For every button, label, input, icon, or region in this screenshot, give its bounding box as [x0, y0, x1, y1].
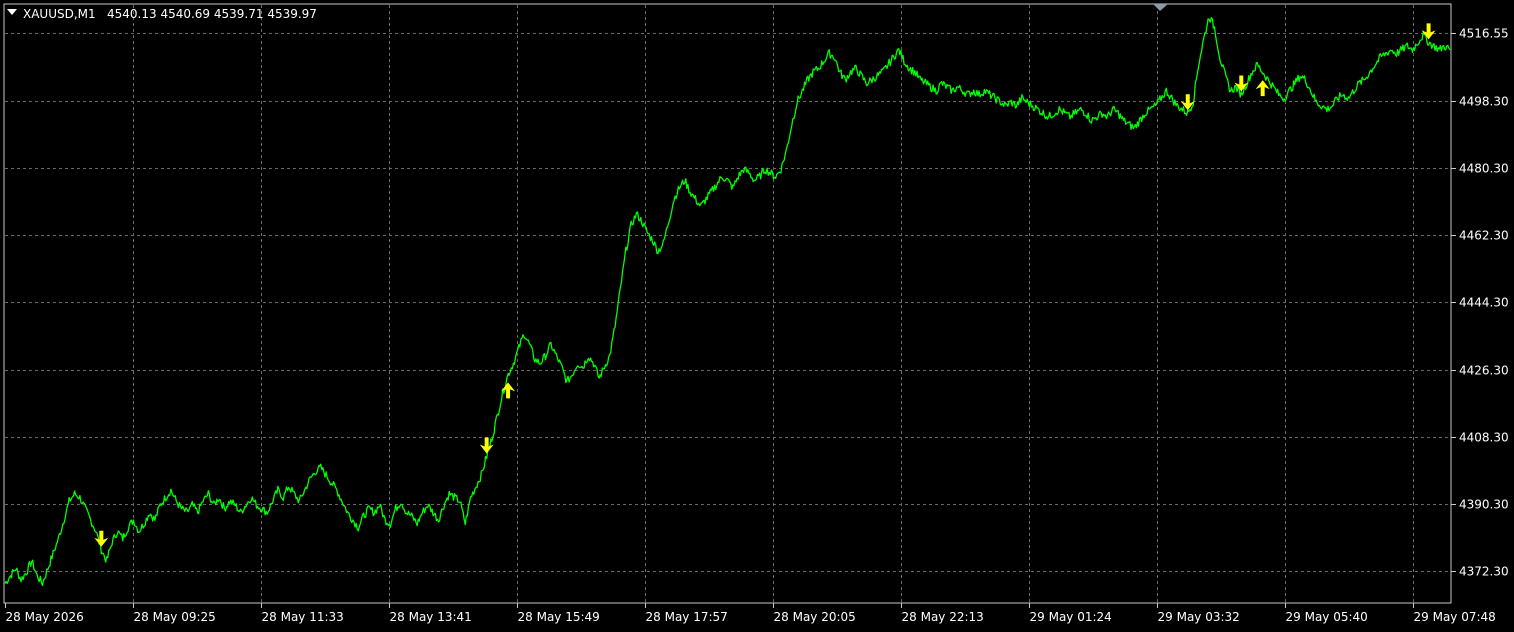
x-tick-label: 28 May 20:05 — [774, 610, 856, 624]
y-tick-label: 4480.30 — [1459, 162, 1509, 176]
ohlc-values: 4540.13 4540.69 4539.71 4539.97 — [107, 7, 317, 21]
y-tick-label: 4426.30 — [1459, 364, 1509, 378]
x-tick-label: 28 May 11:33 — [262, 610, 344, 624]
y-tick-label: 4444.30 — [1459, 296, 1509, 310]
y-tick-label: 4390.30 — [1459, 498, 1509, 512]
y-tick-label: 4372.30 — [1459, 565, 1509, 579]
x-tick-label: 29 May 01:24 — [1030, 610, 1112, 624]
y-tick-label: 4408.30 — [1459, 431, 1509, 445]
x-tick-label: 29 May 05:40 — [1286, 610, 1368, 624]
x-tick-label: 28 May 22:13 — [902, 610, 984, 624]
x-tick-label: 28 May 09:25 — [134, 610, 216, 624]
x-tick-label: 28 May 17:57 — [646, 610, 728, 624]
x-tick-label: 28 May 13:41 — [390, 610, 472, 624]
x-tick-label: 29 May 03:32 — [1158, 610, 1240, 624]
price-chart[interactable]: 4516.55 4498.30 4480.30 4462.30 4444.30 4426.… — [0, 0, 1514, 632]
x-tick-label: 28 May 15:49 — [518, 610, 600, 624]
symbol-timeframe-label: XAUUSD,M1 — [23, 7, 96, 21]
y-tick-label: 4498.30 — [1459, 95, 1509, 109]
y-tick-label: 4516.55 — [1459, 27, 1509, 41]
x-tick-label: 29 May 07:48 — [1414, 610, 1496, 624]
y-tick-label: 4462.30 — [1459, 229, 1509, 243]
x-tick-label: 28 May 2026 — [6, 610, 84, 624]
